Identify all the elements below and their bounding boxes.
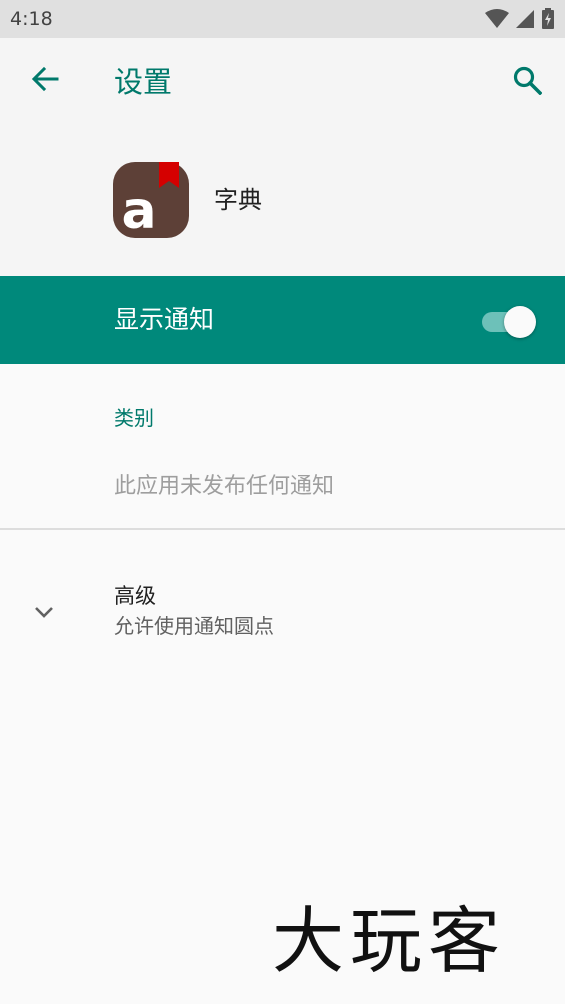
wifi-icon <box>485 9 509 29</box>
page-title: 设置 <box>114 65 173 99</box>
dictionary-app-icon: a <box>113 162 189 241</box>
status-icons <box>485 8 555 30</box>
battery-icon <box>541 8 555 30</box>
status-bar: 4:18 <box>0 0 565 38</box>
advanced-summary: 允许使用通知圆点 <box>114 614 274 638</box>
app-header: 设置 a 字典 <box>0 38 565 276</box>
divider <box>0 528 565 530</box>
app-name: 字典 <box>214 186 262 214</box>
show-notifications-toggle-row[interactable]: 显示通知 <box>0 276 565 364</box>
advanced-title: 高级 <box>114 584 156 608</box>
no-notifications-text: 此应用未发布任何通知 <box>114 474 335 499</box>
show-notifications-label: 显示通知 <box>114 305 215 334</box>
watermark: 大玩客 <box>272 899 507 983</box>
category-header: 类别 <box>114 406 154 430</box>
status-time: 4:18 <box>10 8 53 30</box>
search-button[interactable] <box>505 60 549 104</box>
back-button[interactable] <box>24 60 66 102</box>
chevron-down-icon <box>28 596 60 628</box>
show-notifications-switch[interactable] <box>480 306 538 338</box>
arrow-back-icon <box>30 64 60 98</box>
app-icon-letter: a <box>121 181 156 238</box>
signal-icon <box>515 9 535 29</box>
switch-thumb <box>504 306 536 338</box>
advanced-row[interactable]: 高级 允许使用通知圆点 <box>0 560 565 660</box>
search-icon <box>512 65 543 99</box>
